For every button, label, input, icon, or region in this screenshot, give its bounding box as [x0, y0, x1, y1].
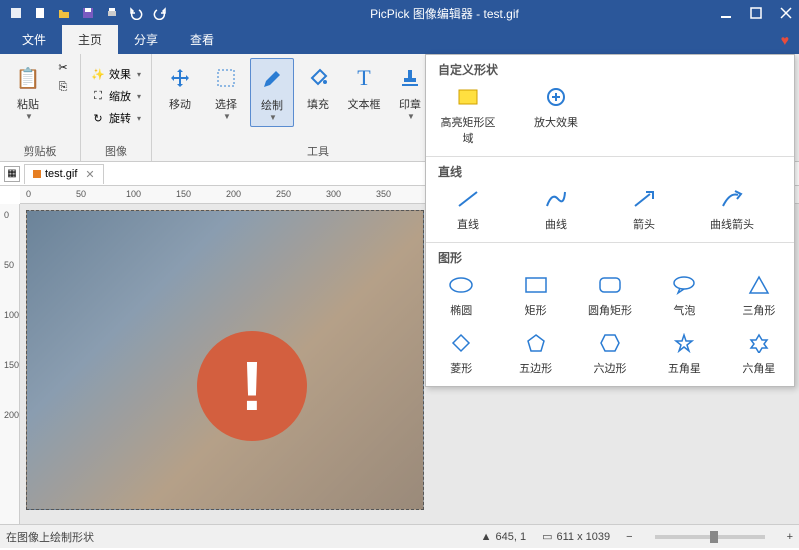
select-tool[interactable]: 选择▼ [204, 58, 248, 125]
diamond-icon [447, 332, 475, 354]
image-size-icon: ▭ [542, 530, 552, 543]
heart-icon[interactable]: ♥ [781, 32, 789, 48]
group-image: ✨效果▾ ⛶缩放▾ ↻旋转▾ 图像 [81, 54, 152, 161]
clipboard-icon: 📋 [12, 62, 44, 94]
triangle-icon [745, 274, 773, 296]
shape-pentagon[interactable]: 五边形 [512, 332, 558, 376]
paste-button[interactable]: 📋 粘贴 ▼ [6, 58, 50, 125]
statusbar: 在图像上绘制形状 ▲645, 1 ▭611 x 1039 − + [0, 524, 799, 548]
stamp-icon [394, 62, 426, 94]
zoom-slider[interactable] [655, 535, 765, 539]
text-tool[interactable]: T文本框 [342, 58, 386, 116]
shape-highlight-rect[interactable]: 高亮矩形区域 [438, 86, 498, 146]
tab-home[interactable]: 主页 [62, 25, 118, 54]
redo-icon[interactable] [150, 3, 170, 23]
tile-view-icon[interactable]: ▦ [4, 166, 20, 182]
group-clipboard: 📋 粘贴 ▼ ✂ ⎘ 剪贴板 [0, 54, 81, 161]
close-button[interactable] [779, 6, 793, 20]
minimize-button[interactable] [719, 6, 733, 20]
move-icon [164, 62, 196, 94]
shape-round-rect[interactable]: 圆角矩形 [587, 274, 633, 318]
status-position: ▲645, 1 [481, 531, 526, 543]
effect-button[interactable]: ✨效果▾ [87, 64, 145, 84]
select-icon [210, 62, 242, 94]
wand-icon: ✨ [91, 67, 105, 81]
status-hint: 在图像上绘制形状 [6, 529, 465, 545]
save-icon[interactable] [78, 3, 98, 23]
bucket-icon [302, 62, 334, 94]
shape-diamond[interactable]: 菱形 [438, 332, 484, 376]
curve-arrow-icon [718, 188, 746, 210]
shape-ellipse[interactable]: 椭圆 [438, 274, 484, 318]
line-icon [454, 188, 482, 210]
move-tool[interactable]: 移动 [158, 58, 202, 116]
shape-bubble[interactable]: 气泡 [661, 274, 707, 318]
shape-star6[interactable]: 六角星 [736, 332, 782, 376]
close-tab-icon[interactable]: ✕ [85, 168, 94, 181]
star5-icon [670, 332, 698, 354]
round-rect-icon [596, 274, 624, 296]
shape-curve[interactable]: 曲线 [526, 188, 586, 232]
shape-rect[interactable]: 矩形 [512, 274, 558, 318]
open-icon[interactable] [54, 3, 74, 23]
ribbon: 📋 粘贴 ▼ ✂ ⎘ 剪贴板 ✨效果▾ ⛶缩放▾ ↻旋转▾ 图像 移动 选择▼ … [0, 54, 799, 162]
zoom-out-button[interactable]: − [626, 531, 632, 543]
shapes-dropdown-panel: 自定义形状 高亮矩形区域 放大效果 直线 直线 曲线 箭头 曲线箭头 图形 椭圆… [425, 54, 795, 387]
resize-icon: ⛶ [91, 89, 105, 103]
shape-hexagon[interactable]: 六边形 [587, 332, 633, 376]
resize-button[interactable]: ⛶缩放▾ [87, 86, 145, 106]
print-icon[interactable] [102, 3, 122, 23]
ribbon-tabs: 文件 主页 分享 查看 ♥ [0, 26, 799, 54]
pentagon-icon [522, 332, 550, 354]
zoom-effect-icon [542, 86, 570, 108]
shape-line[interactable]: 直线 [438, 188, 498, 232]
maximize-button[interactable] [749, 6, 763, 20]
fill-tool[interactable]: 填充 [296, 58, 340, 116]
rotate-icon: ↻ [91, 111, 105, 125]
zoom-in-button[interactable]: + [787, 531, 793, 543]
new-icon[interactable] [30, 3, 50, 23]
tab-view[interactable]: 查看 [174, 25, 230, 54]
rect-icon [522, 274, 550, 296]
titlebar: PicPick 图像编辑器 - test.gif [0, 0, 799, 26]
copy-button[interactable]: ⎘ [52, 78, 74, 96]
star6-icon [745, 332, 773, 354]
chevron-down-icon: ▼ [25, 112, 33, 121]
cursor-icon: ▲ [481, 531, 492, 543]
quick-access-toolbar [6, 3, 170, 23]
document-tab[interactable]: test.gif ✕ [24, 164, 104, 184]
ruler-vertical: 0 50 100 150 200 [0, 204, 20, 524]
arrow-icon [630, 188, 658, 210]
bubble-icon [670, 274, 698, 296]
scissors-icon: ✂ [56, 60, 70, 74]
curve-icon [542, 188, 570, 210]
ellipse-icon [447, 274, 475, 296]
exclamation-shape: ! [197, 331, 307, 441]
undo-icon[interactable] [126, 3, 146, 23]
text-icon: T [348, 62, 380, 94]
highlight-rect-icon [454, 86, 482, 108]
status-dimensions: ▭611 x 1039 [542, 530, 610, 543]
tab-share[interactable]: 分享 [118, 25, 174, 54]
window-title: PicPick 图像编辑器 - test.gif [170, 5, 719, 22]
canvas-image[interactable]: ! [26, 210, 424, 510]
shape-arrow[interactable]: 箭头 [614, 188, 674, 232]
hexagon-icon [596, 332, 624, 354]
pencil-icon [256, 63, 288, 95]
shape-star5[interactable]: 五角星 [661, 332, 707, 376]
cut-button[interactable]: ✂ [52, 58, 74, 76]
tab-file[interactable]: 文件 [6, 25, 62, 54]
shape-curve-arrow[interactable]: 曲线箭头 [702, 188, 762, 232]
zoom-thumb[interactable] [710, 531, 718, 543]
shape-triangle[interactable]: 三角形 [736, 274, 782, 318]
copy-icon: ⎘ [56, 80, 70, 94]
shape-zoom-effect[interactable]: 放大效果 [526, 86, 586, 146]
rotate-button[interactable]: ↻旋转▾ [87, 108, 145, 128]
file-type-icon [33, 170, 41, 178]
window-controls [719, 6, 793, 20]
app-menu-icon[interactable] [6, 3, 26, 23]
draw-tool[interactable]: 绘制▼ [250, 58, 294, 127]
